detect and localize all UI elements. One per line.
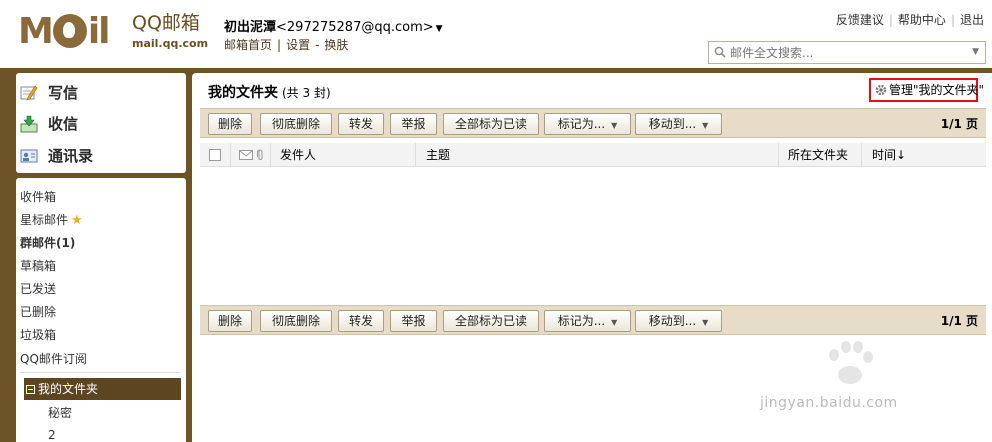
manage-label: 管理"我的文件夹": [889, 83, 985, 97]
app-header: Mil QQ邮箱 mail.qq.com 初出泥潭<297275287@qq.c…: [0, 0, 992, 68]
mark-as-dropdown[interactable]: 标记为... ▼: [544, 113, 631, 135]
logo-cn: QQ邮箱: [132, 12, 200, 34]
column-divider: [270, 143, 271, 167]
move-to-dropdown[interactable]: 移动到... ▼: [635, 113, 722, 135]
toolbar-top: 删除 彻底删除 转发 举报 全部标为已读 标记为... ▼ 移动到... ▼ 1/1…: [200, 108, 986, 138]
caret-down-icon[interactable]: ▼: [436, 24, 443, 34]
mark-as-label: 标记为...: [557, 117, 606, 131]
my-folder-item[interactable]: 2: [48, 428, 56, 442]
compose-link[interactable]: 写信: [20, 82, 78, 103]
forward-button[interactable]: 转发: [338, 113, 384, 135]
column-divider: [230, 143, 231, 167]
mark-all-read-button[interactable]: 全部标为已读: [443, 310, 539, 332]
logo-url: mail.qq.com: [132, 37, 209, 50]
search-input[interactable]: [730, 44, 965, 61]
top-links: 反馈建议 | 帮助中心 | 退出: [836, 11, 984, 28]
column-time[interactable]: 时间↓: [872, 143, 906, 167]
user-name: 初出泥潭: [224, 20, 277, 35]
page-title: 我的文件夹 (共 3 封): [208, 82, 331, 102]
folder-drafts[interactable]: 草稿箱: [20, 257, 56, 274]
link-skin[interactable]: 换肤: [324, 38, 348, 52]
contacts-link[interactable]: 通讯录: [20, 145, 93, 166]
collapse-icon[interactable]: [26, 385, 35, 394]
dropdown-arrow-icon: ▼: [611, 121, 618, 130]
watermark-text: jingyan.baidu.com: [760, 395, 898, 411]
report-button[interactable]: 举报: [390, 310, 437, 332]
folder-starred[interactable]: 星标邮件 ★: [20, 211, 83, 228]
folder-deleted[interactable]: 已删除: [20, 303, 56, 320]
move-to-label: 移动到...: [648, 314, 697, 328]
link-mail-home[interactable]: 邮箱首页: [224, 38, 272, 52]
divider: |: [277, 38, 282, 52]
manage-folders-link[interactable]: 管理"我的文件夹": [869, 78, 984, 102]
pager: 1/1 页: [940, 117, 978, 131]
forward-button[interactable]: 转发: [338, 310, 384, 332]
folder-subscription[interactable]: QQ邮件订阅: [20, 350, 87, 367]
dropdown-arrow-icon: ▼: [702, 318, 709, 327]
perm-delete-button[interactable]: 彻底删除: [260, 113, 332, 135]
baidu-paw-watermark-icon: [829, 341, 873, 384]
star-icon: ★: [71, 213, 83, 228]
pager: 1/1 页: [940, 314, 978, 328]
dropdown-arrow-icon: ▼: [702, 121, 709, 130]
column-folder[interactable]: 所在文件夹: [788, 143, 848, 167]
sidebar-divider: [20, 372, 180, 373]
dropdown-arrow-icon: ▼: [611, 318, 618, 327]
user-account[interactable]: 初出泥潭<297275287@qq.com> ▼: [224, 16, 443, 35]
contacts-icon: [20, 149, 38, 162]
qq-mail-logo[interactable]: Mil QQ邮箱 mail.qq.com: [18, 10, 208, 54]
my-folders-header[interactable]: 我的文件夹: [24, 378, 181, 400]
inbox-icon: [20, 115, 38, 132]
page-title-text: 我的文件夹: [208, 85, 278, 101]
link-feedback[interactable]: 反馈建议: [836, 13, 884, 27]
gear-icon: [875, 84, 887, 96]
mark-as-dropdown[interactable]: 标记为... ▼: [544, 310, 631, 332]
select-all-checkbox[interactable]: [209, 149, 221, 161]
delete-button[interactable]: 删除: [208, 310, 252, 332]
mark-all-read-button[interactable]: 全部标为已读: [443, 113, 539, 135]
folder-starred-label: 星标邮件: [20, 213, 69, 227]
folder-junk[interactable]: 垃圾箱: [20, 326, 56, 343]
compose-label: 写信: [48, 84, 79, 102]
divider: |: [888, 13, 893, 27]
move-to-label: 移动到...: [648, 117, 697, 131]
column-divider: [861, 143, 862, 167]
inbox-link[interactable]: 收信: [20, 113, 78, 134]
mail-list-header: 发件人 主题 所在文件夹 时间↓: [200, 143, 986, 167]
mail-list: [200, 167, 986, 299]
folder-group[interactable]: 群邮件(1): [20, 234, 75, 251]
logo-mark: Mil: [18, 11, 111, 52]
link-logout[interactable]: 退出: [960, 13, 984, 27]
search-box[interactable]: ▼: [708, 41, 986, 64]
search-icon: [714, 46, 726, 58]
divider: -: [315, 38, 320, 52]
link-settings[interactable]: 设置: [286, 38, 310, 52]
header-links: 邮箱首页 | 设置 - 换肤: [224, 36, 348, 53]
mark-as-label: 标记为...: [557, 314, 606, 328]
toolbar-bottom: 删除 彻底删除 转发 举报 全部标为已读 标记为... ▼ 移动到... ▼ 1/1…: [200, 305, 986, 335]
logo-text: QQ邮箱 mail.qq.com: [132, 12, 209, 50]
divider: |: [950, 13, 955, 27]
perm-delete-button[interactable]: 彻底删除: [260, 310, 332, 332]
link-help[interactable]: 帮助中心: [898, 13, 946, 27]
column-divider: [778, 143, 779, 167]
column-subject[interactable]: 主题: [426, 143, 450, 167]
report-button[interactable]: 举报: [390, 113, 437, 135]
user-email: <297275287@qq.com>: [276, 20, 434, 35]
envelope-icon: [239, 150, 253, 160]
inbox-label: 收信: [48, 115, 79, 133]
delete-button[interactable]: 删除: [208, 113, 252, 135]
attachment-icon: [257, 149, 263, 160]
folder-inbox[interactable]: 收件箱: [20, 188, 56, 205]
contacts-label: 通讯录: [48, 147, 94, 165]
compose-icon: [20, 85, 38, 100]
chevron-down-icon[interactable]: ▼: [972, 47, 979, 57]
move-to-dropdown[interactable]: 移动到... ▼: [635, 310, 722, 332]
column-divider: [415, 143, 416, 167]
folder-sent[interactable]: 已发送: [20, 280, 56, 297]
my-folders-label: 我的文件夹: [38, 382, 99, 396]
column-sender[interactable]: 发件人: [280, 143, 316, 167]
my-folder-item[interactable]: 秘密: [48, 404, 72, 421]
mail-count: (共 3 封): [282, 86, 331, 100]
